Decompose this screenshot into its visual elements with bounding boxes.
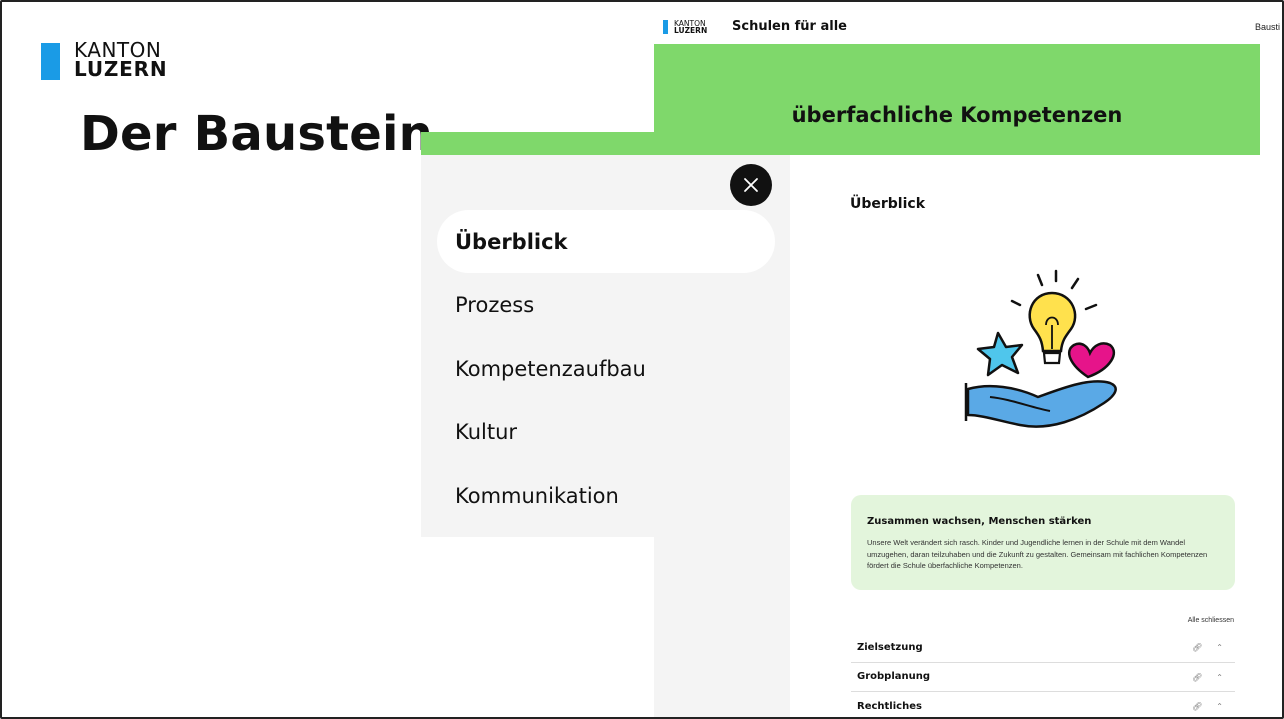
chevron-up-icon[interactable]: ⌃ xyxy=(1216,643,1223,652)
nav-item-kompetenzaufbau[interactable]: Kompetenzaufbau xyxy=(437,337,775,400)
logo-line-2: LUZERN xyxy=(74,57,168,81)
chevron-up-icon[interactable]: ⌃ xyxy=(1216,673,1223,682)
accordion-item-grobplanung[interactable]: Grobplanung 🔗︎ ⌃ xyxy=(851,663,1235,692)
site-logo-text: KANTON LUZERN xyxy=(674,20,708,35)
site-header: KANTON LUZERN Schulen für alle Bausti xyxy=(654,0,1284,44)
collapse-all-button[interactable]: Alle schliessen xyxy=(1188,617,1234,624)
nav-item-kultur[interactable]: Kultur xyxy=(437,401,775,464)
nav-list: Überblick Prozess Kompetenzaufbau Kultur… xyxy=(437,210,775,528)
content-heading: Überblick xyxy=(850,196,926,212)
hand-with-bulb-star-heart-illustration xyxy=(964,269,1117,428)
accordion-item-rechtliches[interactable]: Rechtliches 🔗︎ ⌃ xyxy=(851,692,1235,719)
site-title[interactable]: Schulen für alle xyxy=(732,19,847,34)
nav-item-ueberblick[interactable]: Überblick xyxy=(437,210,775,273)
hero-title: überfachliche Kompetenzen xyxy=(791,103,1123,127)
accordion-list: Zielsetzung 🔗︎ ⌃ Grobplanung 🔗︎ ⌃ Rechtl… xyxy=(851,633,1235,719)
nav-item-prozess[interactable]: Prozess xyxy=(437,274,775,337)
gray-column xyxy=(654,537,790,719)
link-icon[interactable]: 🔗︎ xyxy=(1192,673,1202,682)
hero-banner: überfachliche Kompetenzen xyxy=(654,44,1260,155)
accordion-item-zielsetzung[interactable]: Zielsetzung 🔗︎ ⌃ xyxy=(851,633,1235,663)
site-logo-bar xyxy=(663,20,668,34)
info-box: Zusammen wachsen, Menschen stärken Unser… xyxy=(851,495,1235,590)
link-icon[interactable]: 🔗︎ xyxy=(1192,643,1202,652)
accordion-item-label: Zielsetzung xyxy=(857,641,923,653)
side-navigation: Überblick Prozess Kompetenzaufbau Kultur… xyxy=(421,155,790,537)
chevron-up-icon[interactable]: ⌃ xyxy=(1216,702,1223,711)
accordion-item-label: Rechtliches xyxy=(857,700,922,712)
accordion-item-icons: 🔗︎ ⌃ xyxy=(1192,702,1223,711)
accordion-item-icons: 🔗︎ ⌃ xyxy=(1192,643,1223,652)
main-content: Überblick Zusammen wachsen, Menschen stä… xyxy=(790,155,1260,719)
close-nav-button[interactable] xyxy=(730,164,772,206)
info-box-title: Zusammen wachsen, Menschen stärken xyxy=(867,516,1092,527)
hero-strip xyxy=(421,132,661,155)
link-icon[interactable]: 🔗︎ xyxy=(1192,702,1202,711)
slide-title: Der Baustein xyxy=(80,106,434,162)
site-logo[interactable]: KANTON LUZERN xyxy=(663,20,707,34)
site-logo-line-2: LUZERN xyxy=(674,26,708,35)
close-icon xyxy=(744,178,758,192)
nav-item-kommunikation[interactable]: Kommunikation xyxy=(437,464,775,527)
accordion-item-label: Grobplanung xyxy=(857,671,931,683)
info-box-text: Unsere Welt verändert sich rasch. Kinder… xyxy=(867,538,1208,570)
accordion-item-icons: 🔗︎ ⌃ xyxy=(1192,673,1223,682)
logo-text: KANTON LUZERN xyxy=(74,40,168,81)
logo-bar xyxy=(41,43,60,80)
header-link[interactable]: Bausti xyxy=(1255,22,1280,32)
kanton-luzern-logo: KANTON LUZERN xyxy=(41,40,168,81)
